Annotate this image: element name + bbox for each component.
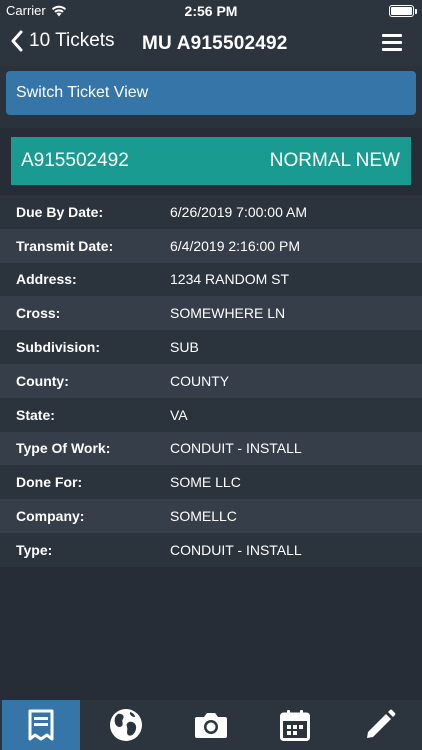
detail-value: CONDUIT - INSTALL <box>170 541 302 558</box>
detail-row: County: COUNTY <box>0 363 422 398</box>
tab-map[interactable] <box>84 700 169 750</box>
detail-label: State: <box>16 406 55 423</box>
detail-value: 1234 RANDOM ST <box>170 271 290 288</box>
ticket-header-banner: A915502492 NORMAL NEW <box>11 137 411 185</box>
detail-value: SOMELLC <box>170 508 237 525</box>
detail-value: SOMEWHERE LN <box>170 305 286 322</box>
detail-row: Done For: SOME LLC <box>0 465 422 500</box>
calendar-icon <box>280 710 311 741</box>
bottom-tab-bar <box>0 700 422 750</box>
detail-value: COUNTY <box>170 372 230 389</box>
battery-level-fill <box>391 7 412 15</box>
ticket-details-list: Due By Date: 6/26/2019 7:00:00 AM Transmit… <box>0 195 422 567</box>
detail-row: Type Of Work: CONDUIT - INSTALL <box>0 431 422 466</box>
ticket-icon <box>28 709 54 741</box>
battery-icon <box>389 5 417 17</box>
detail-row: Transmit Date: 6/4/2019 2:16:00 PM <box>0 228 422 263</box>
detail-label: Type: <box>16 541 53 558</box>
detail-row: Address: 1234 RANDOM ST <box>0 262 422 297</box>
chevron-left-icon <box>11 30 23 52</box>
pencil-icon <box>366 709 396 738</box>
detail-value: CONDUIT - INSTALL <box>170 440 302 457</box>
status-time: 2:56 PM <box>184 3 238 19</box>
detail-label: Subdivision: <box>16 339 100 356</box>
tab-edit[interactable] <box>338 700 422 750</box>
back-button[interactable]: 10 Tickets <box>10 30 115 52</box>
detail-value: SUB <box>170 339 199 356</box>
detail-row: State: VA <box>0 397 422 432</box>
detail-value: VA <box>170 406 188 423</box>
menu-button[interactable] <box>382 34 402 56</box>
status-bar: Carrier 2:56 PM <box>0 0 422 22</box>
detail-label: Done For: <box>16 474 83 491</box>
detail-label: Company: <box>16 508 85 525</box>
detail-value: 6/4/2019 2:16:00 PM <box>170 237 300 254</box>
back-button-label: 10 Tickets <box>29 30 115 51</box>
detail-label: County: <box>16 372 69 389</box>
switch-ticket-view-button[interactable]: Switch Ticket View <box>6 71 416 115</box>
detail-label: Type Of Work: <box>16 440 111 457</box>
detail-row: Cross: SOMEWHERE LN <box>0 296 422 331</box>
detail-label: Transmit Date: <box>16 237 114 254</box>
detail-label: Cross: <box>16 305 61 322</box>
camera-icon <box>194 713 227 738</box>
detail-value: 6/26/2019 7:00:00 AM <box>170 203 307 220</box>
ticket-number: A915502492 <box>21 150 129 171</box>
tab-camera[interactable] <box>169 700 254 750</box>
detail-row: Due By Date: 6/26/2019 7:00:00 AM <box>0 195 422 229</box>
detail-row: Company: SOMELLC <box>0 499 422 533</box>
ticket-type: NORMAL NEW <box>269 150 400 171</box>
globe-icon <box>110 709 143 741</box>
detail-row: Type: CONDUIT - INSTALL <box>0 532 422 567</box>
tab-calendar[interactable] <box>253 700 338 750</box>
hamburger-menu-icon <box>382 34 402 51</box>
ticket-detail-panel: A915502492 NORMAL NEW Due By Date: 6/26/2… <box>0 128 422 700</box>
detail-value: SOME LLC <box>170 474 241 491</box>
detail-label: Due By Date: <box>16 203 104 220</box>
detail-row: Subdivision: SUB <box>0 330 422 364</box>
detail-label: Address: <box>16 271 77 288</box>
tab-ticket[interactable] <box>2 700 80 750</box>
navigation-bar: 10 Tickets MU A915502492 <box>0 22 422 66</box>
page-title: MU A915502492 <box>142 33 288 54</box>
